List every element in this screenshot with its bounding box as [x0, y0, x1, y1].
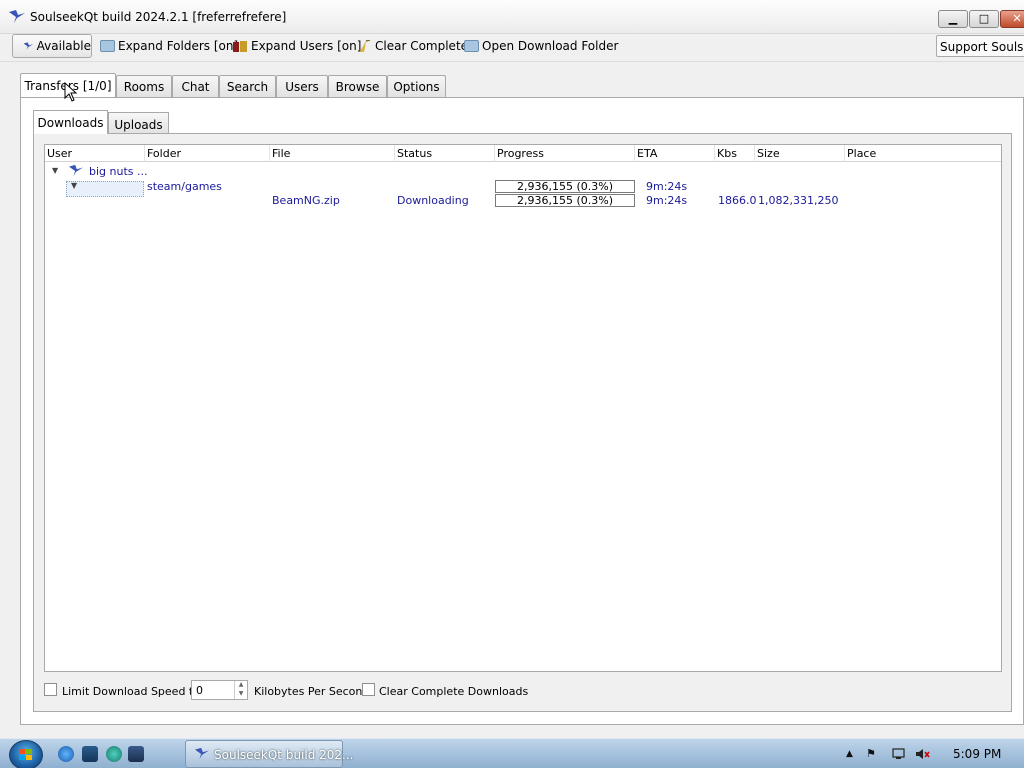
soulseek-bird-icon: [69, 164, 83, 177]
network-icon[interactable]: [891, 747, 907, 761]
broom-icon: [359, 39, 371, 52]
file-progress-text: 2,936,155 (0.3%): [516, 194, 613, 207]
column-place[interactable]: Place: [845, 145, 1001, 162]
spin-up-icon[interactable]: ▲: [235, 681, 247, 690]
table-row[interactable]: ▼ steam/games 2,936,155 (0.3%) 9m:24s: [45, 180, 1001, 194]
column-user[interactable]: User: [45, 145, 145, 162]
available-button[interactable]: Available: [12, 34, 92, 58]
column-size[interactable]: Size: [755, 145, 845, 162]
internet-explorer-icon[interactable]: [58, 746, 74, 762]
action-center-flag-icon[interactable]: ⚑: [866, 747, 876, 760]
soulseek-bird-icon: [9, 10, 25, 23]
tab-rooms[interactable]: Rooms: [116, 75, 172, 97]
expand-users-button[interactable]: Expand Users [on]: [232, 34, 361, 58]
expand-folders-label: Expand Folders [on]: [118, 39, 239, 53]
taskbar-soulseek-button[interactable]: SoulseekQt build 202...: [185, 740, 354, 768]
downloads-tree[interactable]: User Folder File Status Progress ETA Kbs…: [44, 144, 1002, 672]
spin-down-icon[interactable]: ▼: [235, 690, 247, 699]
windows-logo-icon: [19, 749, 32, 760]
speed-limit-spinbox[interactable]: 0 ▲ ▼: [191, 680, 248, 700]
soulseek-bird-icon: [195, 747, 209, 760]
clear-complete-button[interactable]: Clear Complete: [356, 34, 468, 58]
limit-speed-checkbox[interactable]: [44, 683, 57, 696]
taskbar: SoulseekQt build 202... ▲ ⚑ 5:09 PM: [0, 738, 1024, 768]
toolbar-divider: [0, 61, 1024, 62]
maximize-icon: □: [978, 12, 990, 25]
units-label: Kilobytes Per Second: [254, 685, 370, 698]
column-status[interactable]: Status: [395, 145, 495, 162]
folder-icon: [100, 40, 115, 52]
desktop-icon[interactable]: [82, 746, 98, 762]
support-soulseek-button[interactable]: Support Soulseek: [936, 35, 1024, 57]
available-label: Available: [36, 39, 91, 53]
start-button[interactable]: [9, 740, 43, 768]
close-button[interactable]: ✕: [1000, 10, 1024, 28]
limit-speed-label: Limit Download Speed to: [62, 685, 200, 698]
clear-complete-downloads-checkbox[interactable]: [362, 683, 375, 696]
column-folder[interactable]: Folder: [145, 145, 270, 162]
minimize-button[interactable]: ▁: [938, 10, 968, 28]
column-kbs[interactable]: Kbs: [715, 145, 755, 162]
column-eta[interactable]: ETA: [635, 145, 715, 162]
table-row[interactable]: ▼ big nuts ...: [45, 163, 1001, 197]
tab-options[interactable]: Options: [387, 75, 446, 97]
folder-name: steam/games: [147, 180, 222, 193]
minimize-icon: ▁: [948, 12, 958, 25]
media-player-icon[interactable]: [106, 746, 122, 762]
expand-users-label: Expand Users [on]: [251, 39, 362, 53]
expand-folders-button[interactable]: Expand Folders [on]: [100, 34, 238, 58]
title-bar: SoulseekQt build 2024.2.1 [freferrefrefe…: [0, 0, 1024, 34]
maximize-button[interactable]: □: [969, 10, 999, 28]
file-name: BeamNG.zip: [272, 194, 340, 207]
folder-icon: [464, 40, 479, 52]
volume-muted-icon[interactable]: [915, 747, 931, 761]
user-name: big nuts ...: [89, 165, 148, 178]
table-row[interactable]: BeamNG.zip Downloading 2,936,155 (0.3%) …: [45, 194, 1001, 208]
app-window: SoulseekQt build 2024.2.1 [freferrefrefe…: [0, 0, 1024, 738]
downloads-panel: User Folder File Status Progress ETA Kbs…: [33, 133, 1012, 712]
table-header: User Folder File Status Progress ETA Kbs…: [45, 145, 1001, 162]
folder-progress-bar: 2,936,155 (0.3%): [495, 180, 635, 193]
column-progress[interactable]: Progress: [495, 145, 635, 162]
collapse-arrow-icon[interactable]: ▼: [52, 166, 58, 175]
tab-search[interactable]: Search: [219, 75, 276, 97]
toolbar: Available Expand Folders [on] Expand Use…: [0, 34, 1024, 62]
tab-downloads[interactable]: Downloads: [33, 110, 108, 134]
file-kbs: 1866.0: [718, 194, 757, 207]
show-hidden-icons-icon[interactable]: ▲: [846, 749, 853, 759]
folder-progress-text: 2,936,155 (0.3%): [516, 180, 613, 193]
users-icon: [233, 40, 247, 52]
clock[interactable]: 5:09 PM: [953, 747, 1001, 761]
column-file[interactable]: File: [270, 145, 395, 162]
open-download-folder-label: Open Download Folder: [482, 39, 619, 53]
close-icon: ✕: [1012, 12, 1022, 25]
folder-eta: 9m:24s: [646, 180, 688, 193]
file-status: Downloading: [397, 194, 469, 207]
tab-browse[interactable]: Browse: [328, 75, 387, 97]
file-progress-bar: 2,936,155 (0.3%): [495, 194, 635, 207]
explorer-icon[interactable]: [128, 746, 144, 762]
tab-chat[interactable]: Chat: [172, 75, 219, 97]
file-eta: 9m:24s: [646, 194, 688, 207]
file-size: 1,082,331,250: [758, 194, 839, 207]
spin-buttons: ▲ ▼: [234, 681, 247, 699]
speed-limit-value: 0: [196, 684, 203, 697]
collapse-arrow-icon[interactable]: ▼: [71, 181, 77, 190]
tab-users[interactable]: Users: [276, 75, 328, 97]
transfers-panel: Downloads Uploads User Folder File Statu…: [20, 97, 1024, 725]
clear-complete-downloads-label: Clear Complete Downloads: [379, 685, 529, 698]
window-title: SoulseekQt build 2024.2.1 [freferrefrefe…: [30, 10, 287, 24]
tab-uploads[interactable]: Uploads: [108, 112, 169, 134]
clear-complete-label: Clear Complete: [375, 39, 469, 53]
soulseek-bird-icon: [23, 41, 34, 50]
mouse-cursor-icon: [64, 82, 78, 102]
open-download-folder-button[interactable]: Open Download Folder: [464, 34, 618, 58]
taskbar-soulseek-label: SoulseekQt build 202...: [214, 748, 354, 762]
